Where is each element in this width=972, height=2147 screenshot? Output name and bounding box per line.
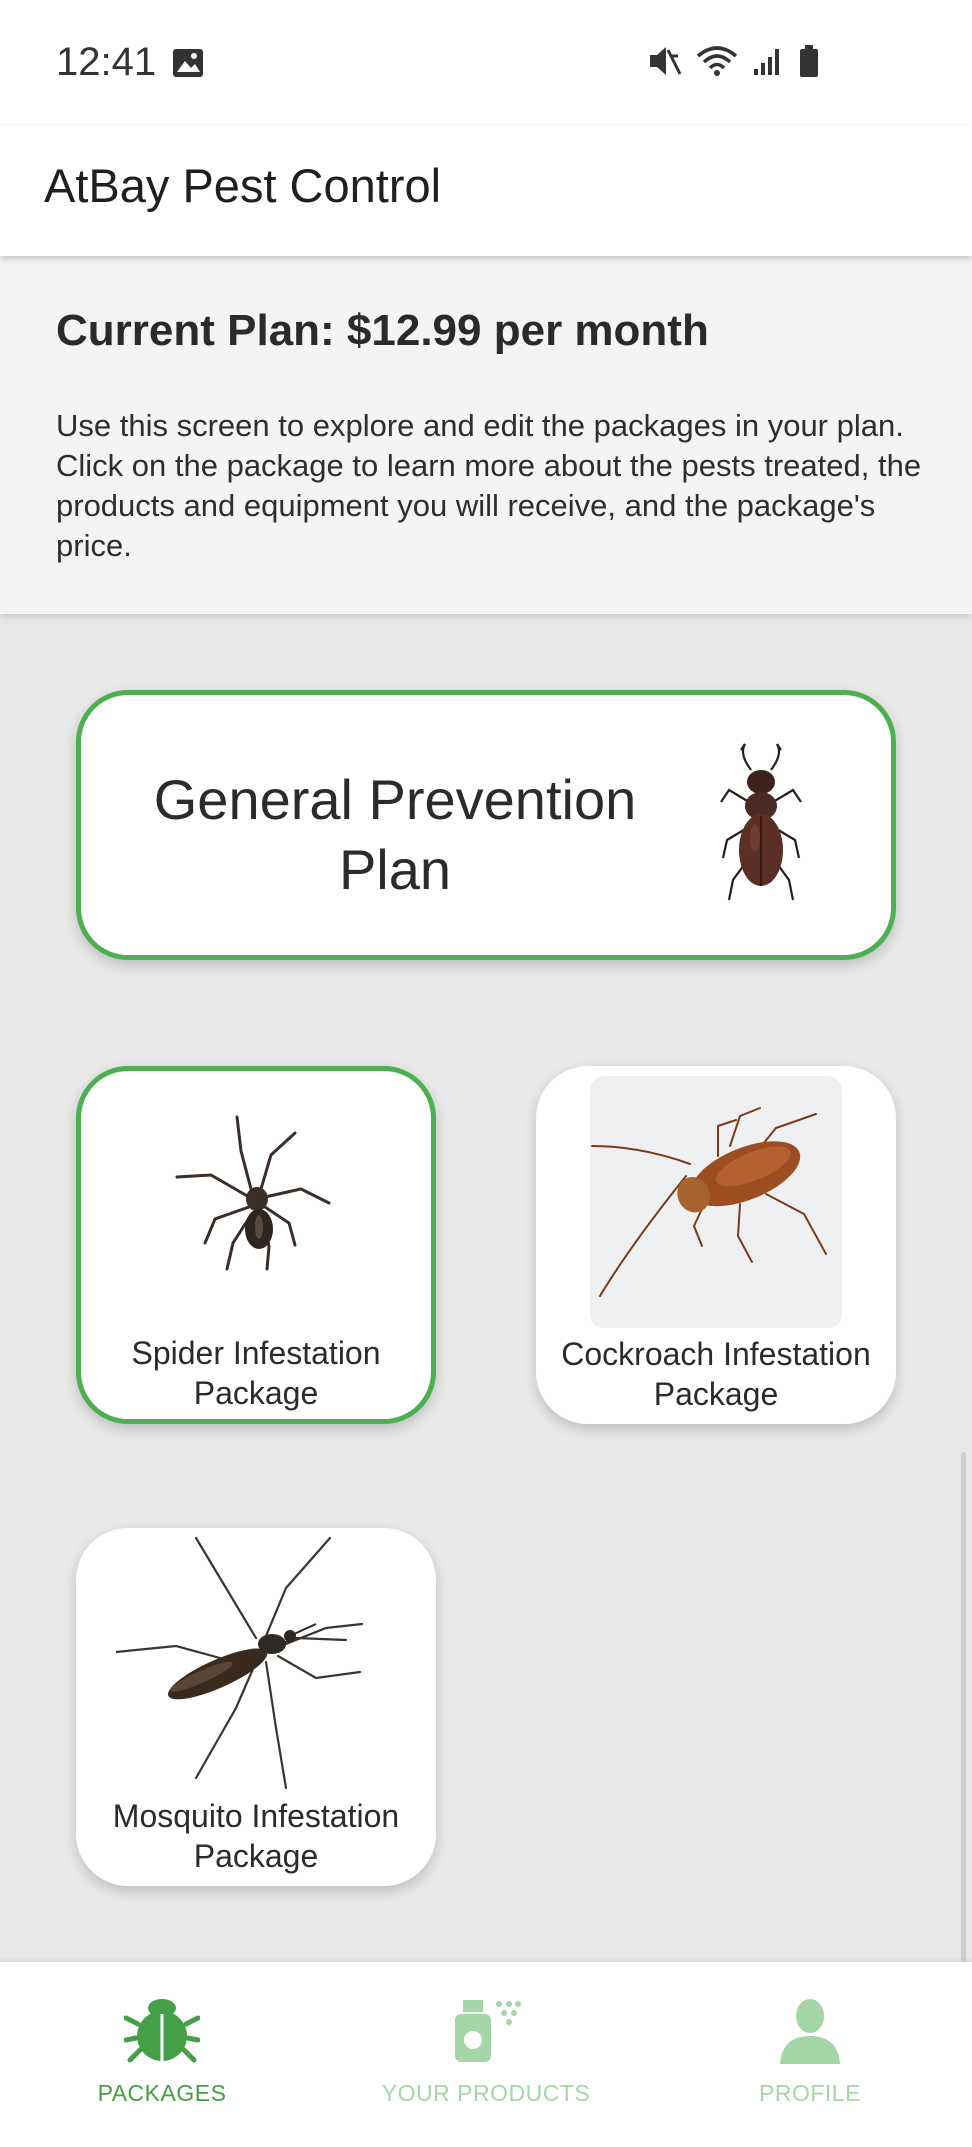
current-plan-heading: Current Plan: $12.99 per month (56, 306, 709, 355)
spray-bottle-icon (451, 1998, 521, 2069)
spider-package-label: Spider Infestation Package (131, 1335, 381, 1411)
app-bar: AtBay Pest Control (0, 126, 972, 256)
nav-packages[interactable]: PACKAGES (0, 1962, 324, 2147)
mosquito-image (114, 1528, 396, 1803)
status-time: 12:41 (56, 40, 157, 84)
person-icon (778, 1998, 842, 2069)
gallery-icon (172, 48, 204, 83)
cockroach-package-label: Cockroach Infestation Package (561, 1336, 871, 1412)
wifi-icon (696, 44, 738, 83)
scrollbar[interactable] (961, 1452, 966, 1962)
spider-package-card[interactable]: Spider Infestation Package (76, 1066, 436, 1424)
general-prevention-plan-label: General Prevention Plan (153, 768, 637, 901)
bottom-navigation: PACKAGES YOUR PRODUCTS PROFILE (0, 1962, 972, 2147)
plan-summary: Current Plan: $12.99 per month Use this … (0, 256, 972, 614)
nav-profile[interactable]: PROFILE (648, 1962, 972, 2147)
nav-your-products[interactable]: YOUR PRODUCTS (324, 1962, 648, 2147)
status-bar: 12:41 (0, 0, 972, 126)
app-title: AtBay Pest Control (44, 159, 442, 212)
cockroach-image (590, 1076, 842, 1328)
mosquito-package-card[interactable]: Mosquito Infestation Package (76, 1528, 436, 1886)
mute-icon (646, 44, 682, 83)
nav-your-products-label: YOUR PRODUCTS (381, 2080, 591, 2106)
plan-description: Use this screen to explore and edit the … (56, 408, 922, 563)
cockroach-package-card[interactable]: Cockroach Infestation Package (536, 1066, 896, 1424)
bug-icon (123, 1998, 201, 2069)
nav-profile-label: PROFILE (759, 2080, 861, 2106)
battery-icon (798, 44, 820, 83)
general-prevention-plan-card[interactable]: General Prevention Plan (76, 690, 896, 960)
mosquito-package-label: Mosquito Infestation Package (112, 1798, 400, 1874)
stag-beetle-image (711, 740, 811, 915)
nav-packages-label: PACKAGES (97, 2080, 227, 2106)
spider-image (171, 1111, 341, 1286)
signal-icon (752, 45, 784, 82)
